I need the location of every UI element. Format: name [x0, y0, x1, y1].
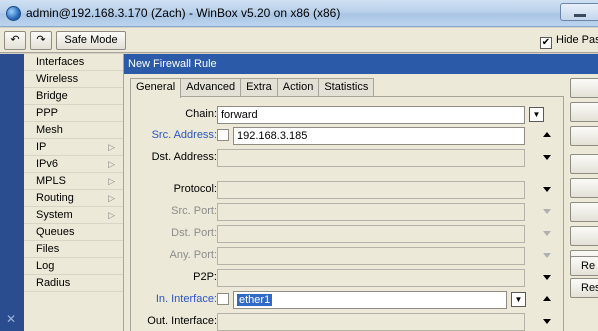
in-interface-negate-checkbox[interactable] [217, 293, 229, 305]
redo-button[interactable]: ↷ [30, 31, 52, 50]
in-interface-dropdown-button[interactable]: ▼ [511, 292, 526, 307]
general-tab-panel: Chain: forward ▼ Src. Address: 192.168.3… [130, 96, 564, 331]
toolbar: ↶ ↷ Safe Mode ✔ Hide Pass [0, 28, 598, 53]
sidebar-item-log[interactable]: Log [24, 258, 123, 275]
chevron-right-icon: ▷ [108, 142, 115, 152]
dst-address-row: Dst. Address: [131, 149, 565, 167]
p2p-field[interactable] [217, 269, 525, 287]
remove-button[interactable] [570, 226, 598, 246]
winbox-vertical-strip [0, 54, 24, 331]
safe-mode-button[interactable]: Safe Mode [56, 31, 126, 50]
dst-address-field[interactable] [217, 149, 525, 167]
copy-button[interactable] [570, 202, 598, 222]
p2p-row: P2P: [131, 269, 565, 287]
any-port-row: Any. Port: [131, 247, 565, 265]
out-interface-field[interactable] [217, 313, 525, 331]
cancel-button[interactable] [570, 102, 598, 122]
dialog-title[interactable]: New Firewall Rule [124, 54, 598, 74]
dst-address-label: Dst. Address: [151, 151, 217, 163]
hide-passwords-checkbox[interactable]: ✔ Hide Pass [540, 34, 598, 49]
sidebar-item-system[interactable]: System ▷ [24, 207, 123, 224]
in-interface-row: In. Interface: ether1 ▼ [131, 291, 565, 309]
apply-button[interactable] [570, 126, 598, 146]
src-port-row: Src. Port: [131, 203, 565, 221]
out-interface-label: Out. Interface: [147, 315, 217, 327]
src-port-label: Src. Port: [171, 205, 217, 217]
reset-all-counters-button[interactable]: Rese [570, 278, 598, 298]
sidebar-item-mesh[interactable]: Mesh [24, 122, 123, 139]
chevron-right-icon: ▷ [108, 159, 115, 169]
sidebar-item-files[interactable]: Files [24, 241, 123, 258]
undo-icon: ↶ [10, 34, 20, 46]
in-interface-field[interactable]: ether1 [233, 291, 507, 309]
dst-port-row: Dst. Port: [131, 225, 565, 243]
tab-extra[interactable]: Extra [240, 78, 278, 97]
dst-port-field [217, 225, 525, 243]
close-icon[interactable]: ✕ [6, 312, 16, 326]
expand-down-icon [543, 231, 551, 236]
expand-down-icon [543, 253, 551, 258]
expand-down-icon [543, 209, 551, 214]
chain-field[interactable]: forward [217, 106, 525, 124]
chevron-right-icon: ▷ [108, 193, 115, 203]
winbox-app-icon [6, 6, 21, 21]
sidebar-item-queues[interactable]: Queues [24, 224, 123, 241]
tab-advanced[interactable]: Advanced [180, 78, 242, 97]
sidebar-item-interfaces[interactable]: Interfaces [24, 54, 123, 71]
protocol-label: Protocol: [173, 183, 217, 195]
src-address-row: Src. Address: 192.168.3.185 [131, 127, 565, 145]
new-firewall-rule-dialog: New Firewall Rule General Advanced Extra… [124, 54, 598, 331]
collapse-up-icon[interactable] [543, 132, 551, 137]
in-interface-label: In. Interface: [155, 293, 217, 305]
src-port-field [217, 203, 525, 221]
ok-button[interactable] [570, 78, 598, 98]
chain-label: Chain: [185, 108, 217, 120]
expand-down-icon[interactable] [543, 155, 551, 160]
any-port-field [217, 247, 525, 265]
tab-statistics[interactable]: Statistics [318, 78, 375, 97]
sidebar-item-wireless[interactable]: Wireless [24, 71, 123, 88]
src-address-label: Src. Address: [151, 129, 217, 141]
hide-passwords-label: Hide Pass [556, 34, 598, 46]
window-title: admin@192.168.3.170 (Zach) - WinBox v5.2… [26, 6, 341, 20]
collapse-up-icon[interactable] [543, 296, 551, 301]
protocol-field[interactable] [217, 181, 525, 199]
checkbox-check-icon: ✔ [540, 37, 552, 49]
sidebar-item-routing[interactable]: Routing ▷ [24, 190, 123, 207]
dialog-tabs: General Advanced Extra Action Statistics [130, 78, 375, 98]
sidebar-item-ip[interactable]: IP ▷ [24, 139, 123, 156]
redo-icon: ↷ [36, 34, 46, 46]
tab-general[interactable]: General [130, 78, 182, 98]
sidebar-item-ipv6[interactable]: IPv6 ▷ [24, 156, 123, 173]
expand-down-icon[interactable] [543, 319, 551, 324]
expand-down-icon[interactable] [543, 187, 551, 192]
window-title-bar[interactable]: admin@192.168.3.170 (Zach) - WinBox v5.2… [0, 0, 598, 27]
chain-row: Chain: forward ▼ [131, 106, 565, 124]
chevron-right-icon: ▷ [108, 210, 115, 220]
main-menu-sidebar: Interfaces Wireless Bridge PPP Mesh IP ▷ … [24, 54, 124, 331]
src-address-negate-checkbox[interactable] [217, 129, 229, 141]
minimize-button[interactable] [560, 3, 598, 21]
sidebar-item-bridge[interactable]: Bridge [24, 88, 123, 105]
src-address-field[interactable]: 192.168.3.185 [233, 127, 525, 145]
disable-button[interactable] [570, 154, 598, 174]
sidebar-item-ppp[interactable]: PPP [24, 105, 123, 122]
comment-button[interactable] [570, 178, 598, 198]
protocol-row: Protocol: [131, 181, 565, 199]
expand-down-icon[interactable] [543, 275, 551, 280]
tab-action[interactable]: Action [276, 78, 320, 97]
dst-port-label: Dst. Port: [171, 227, 217, 239]
p2p-label: P2P: [193, 271, 217, 283]
chevron-right-icon: ▷ [108, 176, 115, 186]
chain-dropdown-button[interactable]: ▼ [529, 107, 544, 122]
sidebar-item-radius[interactable]: Radius [24, 275, 123, 292]
sidebar-item-mpls[interactable]: MPLS ▷ [24, 173, 123, 190]
reset-counters-button[interactable]: Re [570, 256, 598, 276]
undo-button[interactable]: ↶ [4, 31, 26, 50]
any-port-label: Any. Port: [169, 249, 217, 261]
out-interface-row: Out. Interface: [131, 313, 565, 331]
in-interface-value: ether1 [237, 294, 273, 306]
